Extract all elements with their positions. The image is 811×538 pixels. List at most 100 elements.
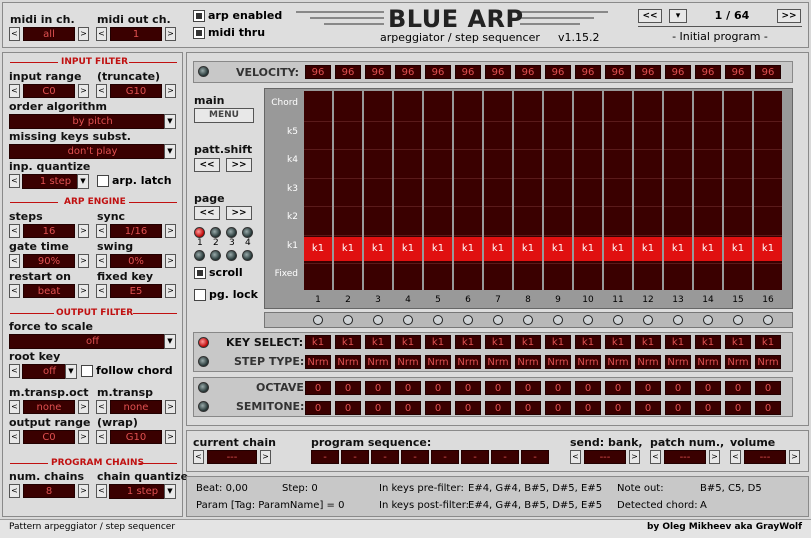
semitone-cell[interactable]: 0	[695, 401, 721, 415]
step-type-cell[interactable]: Nrm	[485, 355, 511, 369]
chevron-left-icon[interactable]: <	[730, 450, 741, 464]
sequence-slot[interactable]: -	[461, 450, 489, 464]
chain-quantize-select[interactable]: 1 step ▼	[109, 484, 176, 499]
chevron-left-icon[interactable]: <	[9, 284, 20, 298]
octave-cell[interactable]: 0	[725, 381, 751, 395]
step-dot[interactable]	[523, 315, 533, 325]
semitone-cell[interactable]: 0	[755, 401, 781, 415]
step-type-cell[interactable]: Nrm	[335, 355, 361, 369]
current-chain-spinner[interactable]: < --- >	[193, 450, 271, 464]
semitone-cell[interactable]: 0	[485, 401, 511, 415]
octave-cell[interactable]: 0	[635, 381, 661, 395]
transp-spinner[interactable]: < none >	[96, 400, 176, 414]
chevron-right-icon[interactable]: >	[165, 27, 176, 41]
order-algorithm-select[interactable]: by pitch ▼	[9, 114, 176, 129]
key-select-cell[interactable]: k1	[425, 335, 451, 349]
sequence-slot[interactable]: -	[341, 450, 369, 464]
gate-time-spinner[interactable]: <90% >	[9, 254, 89, 268]
page-next-button[interactable]: >>	[226, 206, 252, 220]
chevron-right-icon[interactable]: >	[78, 84, 89, 98]
octave-cell[interactable]: 0	[305, 381, 331, 395]
step-dot[interactable]	[403, 315, 413, 325]
step-type-cell[interactable]: Nrm	[665, 355, 691, 369]
page-led[interactable]	[210, 250, 221, 261]
step-dot[interactable]	[643, 315, 653, 325]
key-select-cell[interactable]: k1	[395, 335, 421, 349]
octave-led[interactable]	[198, 382, 209, 393]
step-type-cell[interactable]: Nrm	[635, 355, 661, 369]
menu-button[interactable]: MENU	[194, 108, 254, 123]
octave-cell[interactable]: 0	[485, 381, 511, 395]
semitone-cell[interactable]: 0	[305, 401, 331, 415]
inp-quantize-select[interactable]: 1 step ▼	[22, 174, 89, 189]
velocity-cell[interactable]: 96	[305, 65, 331, 79]
semitone-cell[interactable]: 0	[365, 401, 391, 415]
step-type-cell[interactable]: Nrm	[455, 355, 481, 369]
volume-spinner[interactable]: < --- >	[730, 450, 800, 464]
step-dot[interactable]	[433, 315, 443, 325]
chevron-right-icon[interactable]: >	[629, 450, 640, 464]
sequence-slot[interactable]: -	[371, 450, 399, 464]
chevron-right-icon[interactable]: >	[78, 484, 89, 498]
force-scale-select[interactable]: off ▼	[9, 334, 176, 349]
grid-note-cell[interactable]: k1	[604, 236, 632, 261]
step-dot[interactable]	[373, 315, 383, 325]
velocity-cell[interactable]: 96	[515, 65, 541, 79]
chevron-left-icon[interactable]: <	[650, 450, 661, 464]
key-select-cell[interactable]: k1	[695, 335, 721, 349]
midi-thru-checkbox[interactable]	[193, 27, 205, 39]
chevron-right-icon[interactable]: >	[165, 84, 176, 98]
grid-note-cell[interactable]: k1	[694, 236, 722, 261]
patch-num-spinner[interactable]: < --- >	[650, 450, 720, 464]
sequence-slot[interactable]: -	[491, 450, 519, 464]
chevron-right-icon[interactable]: >	[78, 27, 89, 41]
chevron-left-icon[interactable]: <	[96, 27, 107, 41]
step-dot[interactable]	[553, 315, 563, 325]
grid-note-cell[interactable]: k1	[484, 236, 512, 261]
chevron-left-icon[interactable]: <	[9, 430, 20, 444]
pg-lock-checkbox[interactable]	[194, 289, 206, 301]
chevron-left-icon[interactable]: <	[9, 27, 20, 41]
midi-in-spinner[interactable]: < all >	[9, 27, 89, 41]
follow-chord-checkbox[interactable]	[81, 365, 93, 377]
step-dot[interactable]	[583, 315, 593, 325]
transp-oct-spinner[interactable]: < none >	[9, 400, 89, 414]
page-led[interactable]	[194, 250, 205, 261]
grid-note-cell[interactable]: k1	[754, 236, 782, 261]
arp-latch-checkbox[interactable]	[97, 175, 109, 187]
key-select-led[interactable]	[198, 337, 209, 348]
fixed-key-spinner[interactable]: < E5 >	[96, 284, 176, 298]
key-select-cell[interactable]: k1	[305, 335, 331, 349]
velocity-cell[interactable]: 96	[755, 65, 781, 79]
chevron-right-icon[interactable]: >	[78, 224, 89, 238]
semitone-cell[interactable]: 0	[665, 401, 691, 415]
chevron-right-icon[interactable]: >	[709, 450, 720, 464]
semitone-cell[interactable]: 0	[425, 401, 451, 415]
semitone-cell[interactable]: 0	[515, 401, 541, 415]
velocity-cell[interactable]: 96	[635, 65, 661, 79]
chevron-left-icon[interactable]: <	[96, 224, 107, 238]
semitone-cell[interactable]: 0	[395, 401, 421, 415]
page-led[interactable]	[226, 250, 237, 261]
grid-note-cell[interactable]: k1	[394, 236, 422, 261]
step-type-cell[interactable]: Nrm	[725, 355, 751, 369]
step-dot[interactable]	[703, 315, 713, 325]
velocity-cell[interactable]: 96	[395, 65, 421, 79]
key-select-cell[interactable]: k1	[725, 335, 751, 349]
step-type-cell[interactable]: Nrm	[515, 355, 541, 369]
velocity-cell[interactable]: 96	[665, 65, 691, 79]
page-4-led[interactable]	[242, 227, 253, 238]
velocity-cell[interactable]: 96	[605, 65, 631, 79]
output-range-low[interactable]: < C0 >	[9, 430, 89, 444]
chevron-right-icon[interactable]: >	[165, 254, 176, 268]
page-2-led[interactable]	[210, 227, 221, 238]
grid-note-cell[interactable]: k1	[334, 236, 362, 261]
octave-cell[interactable]: 0	[755, 381, 781, 395]
chevron-right-icon[interactable]: >	[789, 450, 800, 464]
sequence-slot[interactable]: -	[311, 450, 339, 464]
restart-on-spinner[interactable]: < beat >	[9, 284, 89, 298]
chevron-right-icon[interactable]: >	[78, 400, 89, 414]
octave-cell[interactable]: 0	[335, 381, 361, 395]
step-type-cell[interactable]: Nrm	[755, 355, 781, 369]
chevron-left-icon[interactable]: <	[9, 484, 20, 498]
